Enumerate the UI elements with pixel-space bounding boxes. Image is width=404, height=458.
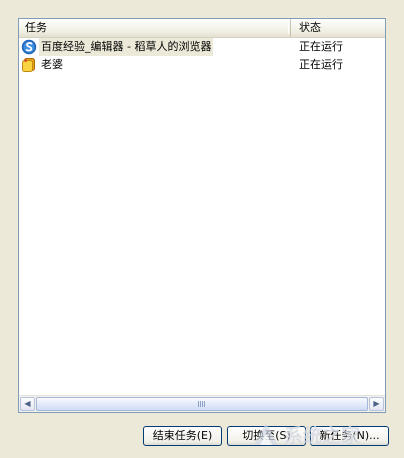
task-status: 正在运行 bbox=[299, 58, 343, 71]
task-name-cell: 百度经验_编辑器 - 稻草人的浏览器 bbox=[21, 38, 291, 56]
end-task-button[interactable]: 结束任务(E) bbox=[143, 426, 222, 446]
task-manager-applications-pane: 任务 状态 百度经验_编辑器 - 稻草人的浏览器 正在运行 老婆 正在运行 ◀ … bbox=[0, 0, 404, 458]
task-name: 老婆 bbox=[41, 58, 63, 71]
switch-to-button[interactable]: 切换至(S) bbox=[227, 426, 306, 446]
task-row[interactable]: 百度经验_编辑器 - 稻草人的浏览器 正在运行 bbox=[19, 38, 385, 56]
task-row[interactable]: 老婆 正在运行 bbox=[19, 56, 385, 74]
task-name-cell: 老婆 bbox=[21, 56, 291, 74]
scroll-right-arrow-icon[interactable]: ▶ bbox=[369, 397, 384, 411]
scroll-grip-icon bbox=[198, 401, 206, 407]
browser-icon bbox=[21, 39, 37, 55]
column-header-task[interactable]: 任务 bbox=[19, 19, 291, 37]
task-status: 正在运行 bbox=[299, 40, 343, 53]
task-list[interactable]: 任务 状态 百度经验_编辑器 - 稻草人的浏览器 正在运行 老婆 正在运行 ◀ … bbox=[18, 18, 386, 413]
list-header: 任务 状态 bbox=[19, 19, 385, 38]
scroll-left-arrow-icon[interactable]: ◀ bbox=[20, 397, 35, 411]
scroll-thumb[interactable] bbox=[36, 397, 368, 411]
task-name: 百度经验_编辑器 - 稻草人的浏览器 bbox=[39, 38, 214, 56]
task-rows: 百度经验_编辑器 - 稻草人的浏览器 正在运行 老婆 正在运行 bbox=[19, 38, 385, 74]
chat-icon bbox=[22, 58, 35, 72]
horizontal-scrollbar[interactable]: ◀ ▶ bbox=[19, 395, 385, 412]
new-task-button[interactable]: 新任务(N)... bbox=[310, 426, 389, 446]
column-header-status[interactable]: 状态 bbox=[291, 19, 385, 37]
